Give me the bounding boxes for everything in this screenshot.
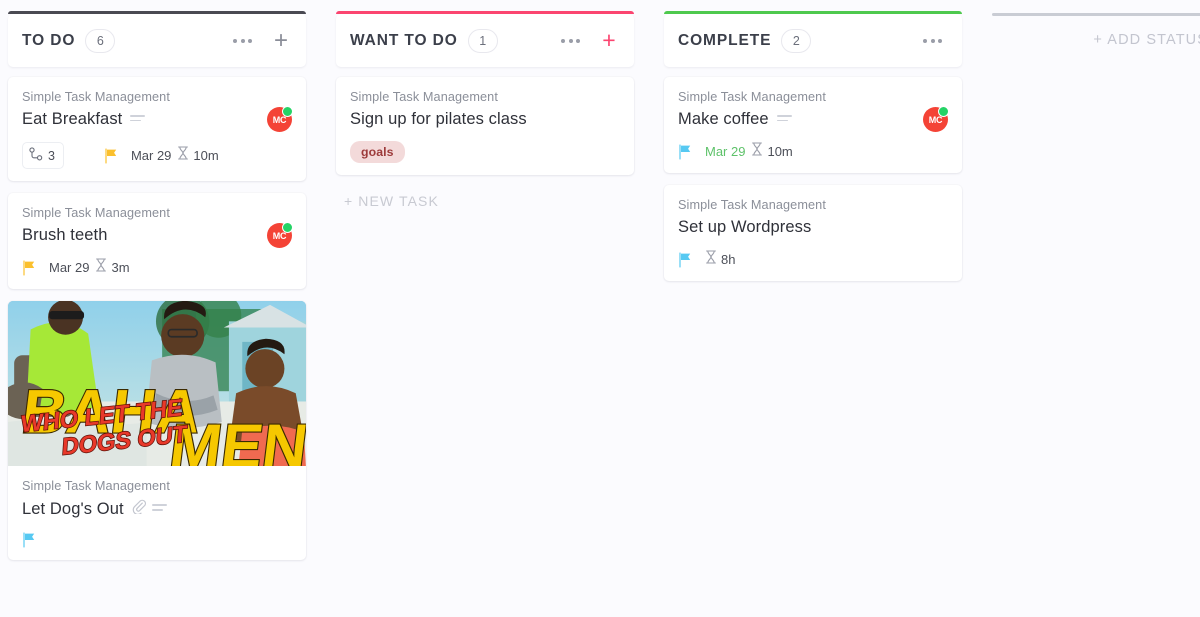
priority-flag-icon[interactable] bbox=[22, 532, 37, 548]
column-count-badge: 2 bbox=[781, 28, 812, 53]
task-time-value: 3m bbox=[111, 260, 130, 275]
task-card[interactable]: Simple Task Management Brush teeth MC Mar 2… bbox=[8, 193, 306, 289]
column-header-complete[interactable]: COMPLETE 2 bbox=[664, 11, 962, 67]
description-icon bbox=[151, 504, 167, 513]
task-list-name: Simple Task Management bbox=[22, 479, 170, 493]
column-cards-complete: Simple Task Management Make coffee MC Mar 2… bbox=[656, 77, 970, 281]
column-complete: COMPLETE 2 Simple Task Management Make coff… bbox=[656, 11, 970, 293]
task-title-row: Make coffee bbox=[678, 110, 948, 129]
presence-indicator-icon bbox=[282, 222, 293, 233]
presence-indicator-icon bbox=[282, 106, 293, 117]
task-title: Make coffee bbox=[678, 110, 769, 128]
add-status-label: + ADD STATUS bbox=[1093, 32, 1200, 48]
hourglass-icon bbox=[95, 258, 107, 277]
description-icon bbox=[776, 114, 792, 124]
priority-flag-icon[interactable] bbox=[678, 251, 693, 268]
task-due-date[interactable]: Mar 29 bbox=[705, 144, 745, 159]
hourglass-icon bbox=[705, 250, 717, 269]
column-title: WANT TO DO bbox=[350, 31, 458, 49]
subtask-tree-icon bbox=[29, 147, 43, 164]
task-title: Eat Breakfast bbox=[22, 110, 123, 128]
column-more-options-icon[interactable] bbox=[919, 33, 946, 49]
subtask-count-pill[interactable]: 3 bbox=[22, 142, 64, 169]
task-card[interactable]: Simple Task Management Sign up for pilate… bbox=[336, 77, 634, 175]
task-title-row: Sign up for pilates class bbox=[350, 110, 620, 129]
task-time-estimate[interactable]: 8h bbox=[705, 250, 735, 269]
priority-flag-icon[interactable] bbox=[22, 259, 37, 276]
task-list-name: Simple Task Management bbox=[678, 198, 826, 212]
task-card[interactable]: Simple Task Management Eat Breakfast MC 3 Ma… bbox=[8, 77, 306, 181]
task-tag[interactable]: goals bbox=[350, 141, 405, 163]
column-accent-bar bbox=[664, 11, 962, 14]
task-meta-row: 8h bbox=[678, 250, 948, 269]
assignee-avatar[interactable]: MC bbox=[923, 106, 949, 132]
column-count-badge: 1 bbox=[467, 28, 498, 53]
column-accent-bar bbox=[336, 11, 634, 14]
column-count-badge: 6 bbox=[85, 28, 116, 53]
column-more-options-icon[interactable] bbox=[557, 33, 584, 49]
task-list-name: Simple Task Management bbox=[678, 90, 826, 104]
task-title: Set up Wordpress bbox=[678, 218, 812, 236]
subtask-count: 3 bbox=[48, 148, 55, 163]
presence-indicator-icon bbox=[938, 106, 949, 117]
task-title: Sign up for pilates class bbox=[350, 110, 527, 128]
task-card-body: Simple Task Management Let Dog's Out bbox=[8, 466, 306, 548]
column-title: TO DO bbox=[22, 31, 76, 49]
task-time-estimate[interactable]: 10m bbox=[177, 146, 219, 165]
new-task-button-want-to-do[interactable]: + NEW TASK bbox=[328, 187, 642, 209]
task-time-value: 8h bbox=[721, 252, 736, 267]
task-title-row: Set up Wordpress bbox=[678, 218, 948, 237]
task-cover-image: BAHA MEN WHO LET THE DOGS OUT bbox=[8, 301, 306, 466]
column-header-to-do[interactable]: TO DO 6 + bbox=[8, 11, 306, 67]
task-title-icons bbox=[132, 499, 167, 519]
assignee-avatar[interactable]: MC bbox=[267, 106, 293, 132]
task-card[interactable]: Simple Task Management Make coffee MC Mar 2… bbox=[664, 77, 962, 173]
column-cards-want-to-do: Simple Task Management Sign up for pilate… bbox=[328, 77, 642, 175]
task-title: Brush teeth bbox=[22, 226, 108, 244]
hourglass-icon bbox=[177, 146, 189, 165]
column-header-want-to-do[interactable]: WANT TO DO 1 + bbox=[336, 11, 634, 67]
column-more-options-icon[interactable] bbox=[229, 33, 256, 49]
hourglass-icon bbox=[751, 142, 763, 161]
task-card[interactable]: Simple Task Management Set up Wordpress 8h bbox=[664, 185, 962, 281]
add-status-button[interactable]: + ADD STATUS bbox=[984, 13, 1200, 48]
column-title: COMPLETE bbox=[678, 31, 772, 49]
task-title-icons bbox=[776, 114, 792, 124]
task-title: Let Dog's Out bbox=[22, 499, 124, 518]
task-title-row: Eat Breakfast bbox=[22, 110, 292, 129]
add-status-column: + ADD STATUS bbox=[984, 13, 1200, 48]
task-list-name: Simple Task Management bbox=[22, 90, 170, 104]
task-title-row: Brush teeth bbox=[22, 226, 292, 245]
description-icon bbox=[130, 114, 146, 124]
kanban-board: TO DO 6 + Simple Task Management Eat Breakfa… bbox=[0, 0, 1200, 617]
task-list-name: Simple Task Management bbox=[350, 90, 498, 104]
task-time-estimate[interactable]: 3m bbox=[95, 258, 130, 277]
column-add-task-icon[interactable]: + bbox=[272, 28, 290, 52]
task-time-value: 10m bbox=[193, 148, 219, 163]
task-meta-row bbox=[22, 532, 292, 548]
task-meta-row: 3 Mar 29 10m bbox=[22, 142, 292, 169]
priority-flag-icon[interactable] bbox=[104, 147, 119, 164]
task-meta-row: Mar 29 3m bbox=[22, 258, 292, 277]
task-list-name: Simple Task Management bbox=[22, 206, 170, 220]
task-time-estimate[interactable]: 10m bbox=[751, 142, 793, 161]
task-card[interactable]: BAHA MEN WHO LET THE DOGS OUT Simple Task Ma… bbox=[8, 301, 306, 560]
task-title-row: Let Dog's Out bbox=[22, 499, 292, 519]
column-cards-to-do: Simple Task Management Eat Breakfast MC 3 Ma… bbox=[0, 77, 314, 560]
priority-flag-icon[interactable] bbox=[678, 143, 693, 160]
task-meta-row: Mar 29 10m bbox=[678, 142, 948, 161]
column-accent-bar bbox=[8, 11, 306, 14]
assignee-avatar[interactable]: MC bbox=[267, 222, 293, 248]
task-title-icons bbox=[130, 114, 146, 124]
task-due-date[interactable]: Mar 29 bbox=[49, 260, 89, 275]
task-due-date[interactable]: Mar 29 bbox=[131, 148, 171, 163]
column-want-to-do: WANT TO DO 1 + Simple Task Management Sign u… bbox=[328, 11, 642, 209]
attachment-icon bbox=[132, 499, 146, 519]
add-status-accent-bar bbox=[992, 13, 1200, 16]
column-add-task-icon[interactable]: + bbox=[600, 29, 618, 52]
column-to-do: TO DO 6 + Simple Task Management Eat Breakfa… bbox=[0, 11, 314, 572]
task-time-value: 10m bbox=[767, 144, 793, 159]
